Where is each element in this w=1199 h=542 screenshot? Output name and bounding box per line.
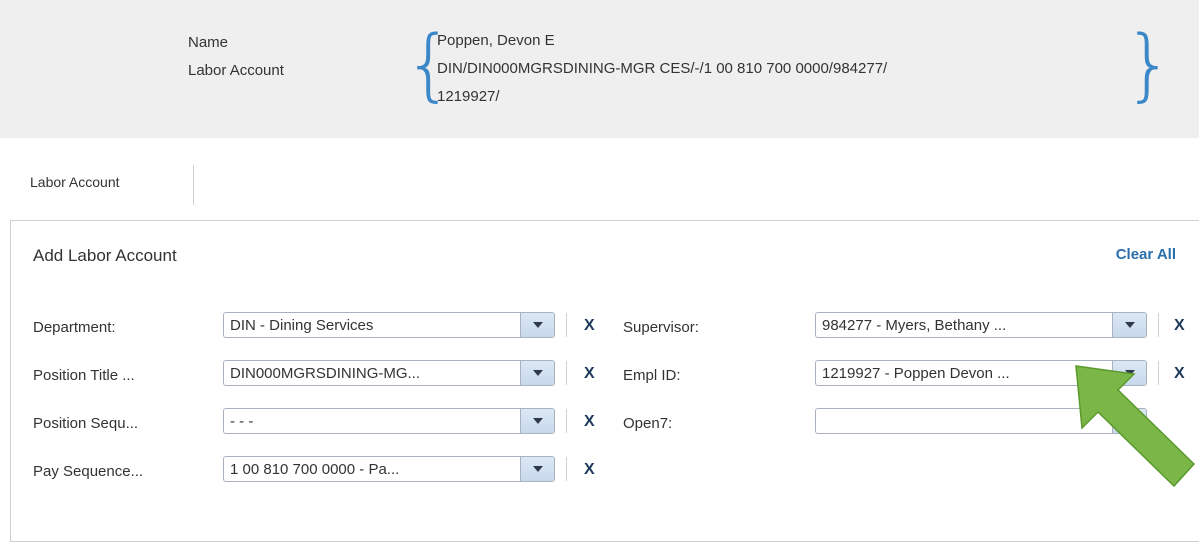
employee-summary: Name Labor Account { Poppen, Devon E DIN… — [0, 0, 1199, 138]
department-label: Department: — [33, 319, 116, 336]
tab-labor-account[interactable]: Labor Account — [30, 174, 120, 190]
clear-all-link[interactable]: Clear All — [1116, 246, 1176, 263]
chevron-down-icon[interactable] — [520, 409, 554, 433]
close-icon[interactable]: X — [584, 365, 595, 383]
position-title-value: DIN000MGRSDINING-MG... — [230, 365, 421, 382]
name-value: Poppen, Devon E — [437, 32, 555, 49]
chevron-down-icon[interactable] — [520, 457, 554, 481]
close-icon[interactable]: X — [1174, 317, 1185, 335]
labor-account-value-line1: DIN/DIN000MGRSDINING-MGR CES/-/1 00 810 … — [437, 60, 888, 77]
position-title-label: Position Title ... — [33, 367, 135, 384]
right-brace-icon: } — [1124, 20, 1174, 110]
pay-sequence-value: 1 00 810 700 0000 - Pa... — [230, 461, 400, 478]
position-sequence-value: - - - — [230, 413, 254, 430]
close-icon[interactable]: X — [584, 461, 595, 479]
empl-id-label: Empl ID: — [623, 367, 681, 384]
tab-divider — [193, 165, 194, 205]
close-icon[interactable]: X — [584, 317, 595, 335]
chevron-down-icon[interactable] — [520, 313, 554, 337]
labor-account-label: Labor Account — [188, 62, 284, 79]
position-sequence-select[interactable]: - - - — [223, 408, 555, 434]
supervisor-select[interactable]: 984277 - Myers, Bethany ... — [815, 312, 1147, 338]
arrow-annotation-icon — [1075, 365, 1196, 488]
pay-sequence-label: Pay Sequence... — [33, 463, 144, 480]
close-icon[interactable]: X — [584, 413, 595, 431]
chevron-down-icon[interactable] — [1112, 313, 1146, 337]
panel-title: Add Labor Account — [33, 246, 177, 265]
divider — [566, 409, 567, 433]
department-select[interactable]: DIN - Dining Services — [223, 312, 555, 338]
divider — [566, 457, 567, 481]
position-sequence-label: Position Sequ... — [33, 415, 139, 432]
labor-account-value-line2: 1219927/ — [437, 88, 500, 105]
divider — [1158, 313, 1159, 337]
add-labor-account-panel: Add Labor Account Clear All Department: … — [10, 220, 1199, 542]
divider — [566, 313, 567, 337]
employee-name-value: Poppen, Devon E DIN/DIN000MGRSDINING-MGR… — [437, 27, 887, 111]
position-title-select[interactable]: DIN000MGRSDINING-MG... — [223, 360, 555, 386]
divider — [566, 361, 567, 385]
department-value: DIN - Dining Services — [230, 317, 374, 334]
pay-sequence-select[interactable]: 1 00 810 700 0000 - Pa... — [223, 456, 555, 482]
supervisor-label: Supervisor: — [623, 319, 699, 336]
empl-id-value: 1219927 - Poppen Devon ... — [822, 365, 1010, 382]
tab-bar: Labor Account — [0, 160, 1199, 205]
chevron-down-icon[interactable] — [520, 361, 554, 385]
name-label: Name — [188, 34, 229, 51]
supervisor-value: 984277 - Myers, Bethany ... — [822, 317, 1007, 334]
open7-label: Open7: — [623, 415, 673, 432]
